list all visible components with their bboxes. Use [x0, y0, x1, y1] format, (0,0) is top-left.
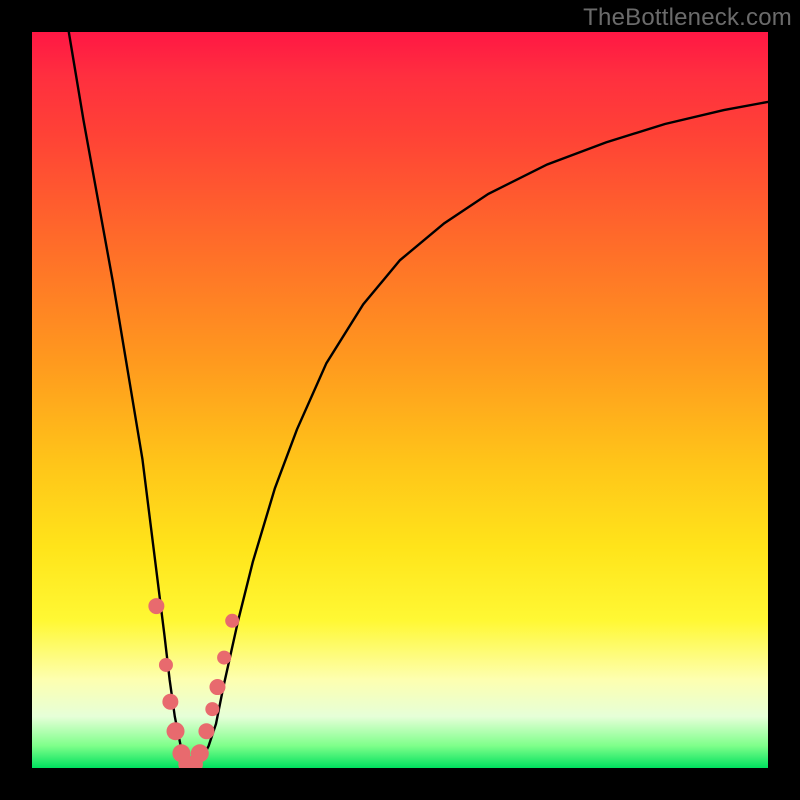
- curve-marker: [191, 744, 209, 762]
- curve-marker: [205, 702, 219, 716]
- curve-marker: [217, 651, 231, 665]
- curve-layer: [32, 32, 768, 768]
- curve-marker: [167, 722, 185, 740]
- curve-marker: [148, 598, 164, 614]
- curve-marker: [225, 614, 239, 628]
- curve-marker: [209, 679, 225, 695]
- curve-marker: [159, 658, 173, 672]
- bottleneck-curve: [69, 32, 768, 766]
- watermark-text: TheBottleneck.com: [583, 4, 792, 32]
- curve-marker: [162, 694, 178, 710]
- curve-marker: [198, 723, 214, 739]
- plot-area: [32, 32, 768, 768]
- chart-frame: TheBottleneck.com: [0, 0, 800, 800]
